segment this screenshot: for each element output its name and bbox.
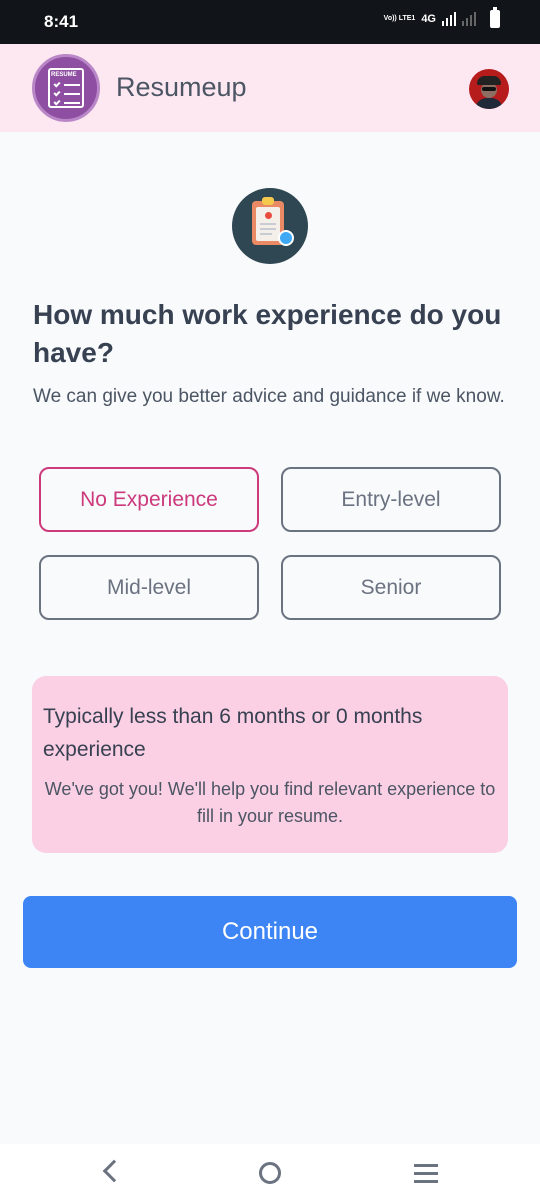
app-header: RESUME Resumeup	[0, 44, 540, 132]
info-title: Typically less than 6 months or 0 months…	[43, 705, 423, 761]
question-title: How much work experience do you have?	[33, 299, 502, 368]
experience-info-card: Typically less than 6 months or 0 months…	[32, 676, 508, 853]
info-description: We've got you! We'll help you find relev…	[44, 779, 496, 826]
option-senior[interactable]: Senior	[281, 555, 501, 620]
option-mid-level[interactable]: Mid-level	[39, 555, 259, 620]
check-badge-icon	[278, 230, 294, 246]
clipboard-check-icon	[232, 188, 308, 264]
option-entry-level[interactable]: Entry-level	[281, 467, 501, 532]
continue-button[interactable]: Continue	[23, 896, 517, 968]
network-type: 4G	[421, 13, 436, 25]
question-subtitle: We can give you better advice and guidan…	[33, 386, 505, 407]
signal-sim2-icon	[462, 12, 476, 26]
volte-indicator: Vo)) LTE1	[383, 15, 416, 22]
avatar[interactable]	[469, 69, 509, 109]
resume-logo-icon: RESUME	[48, 68, 84, 108]
battery-icon	[490, 7, 500, 28]
recents-icon[interactable]	[414, 1164, 438, 1188]
resume-logo[interactable]: RESUME	[32, 54, 100, 122]
status-icons: Vo)) LTE1 4G	[383, 7, 500, 28]
app-title: Resumeup	[116, 72, 247, 102]
system-nav-bar	[0, 1144, 540, 1202]
signal-icon	[442, 12, 456, 26]
status-bar: 8:41 Vo)) LTE1 4G	[0, 0, 540, 44]
logo-text: RESUME	[51, 72, 77, 78]
home-icon[interactable]	[259, 1162, 281, 1184]
status-time: 8:41	[44, 12, 79, 31]
option-no-experience[interactable]: No Experience	[39, 467, 259, 532]
back-icon[interactable]	[102, 1159, 126, 1183]
